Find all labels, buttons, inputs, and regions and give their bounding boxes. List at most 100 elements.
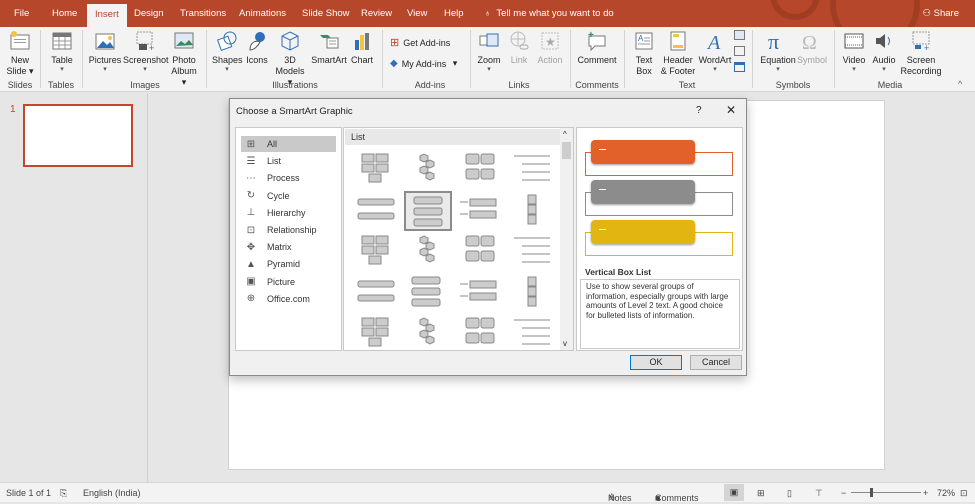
scroll-up-icon[interactable]: ^ bbox=[563, 130, 567, 139]
layout-thumbnail[interactable] bbox=[456, 314, 504, 354]
text-box-button[interactable]: A Text Box bbox=[630, 30, 658, 77]
tab-file[interactable]: File bbox=[14, 8, 29, 19]
layout-thumbnail[interactable] bbox=[352, 150, 400, 190]
tab-view[interactable]: View bbox=[407, 8, 427, 19]
header-footer-button[interactable]: Header & Footer bbox=[659, 30, 697, 77]
link-button[interactable]: Link bbox=[506, 30, 532, 66]
chart-button[interactable]: Chart bbox=[349, 30, 375, 66]
tell-me-label: Tell me what you want to do bbox=[496, 8, 614, 19]
spellcheck-icon[interactable]: ⎘ bbox=[60, 488, 67, 499]
label: Pictures bbox=[88, 55, 122, 65]
share-button[interactable]: ⚇ Share bbox=[922, 8, 959, 19]
layout-thumbnail[interactable] bbox=[404, 314, 452, 354]
new-slide-button[interactable]: New Slide ▾ bbox=[6, 30, 34, 77]
svg-text:+: + bbox=[924, 43, 929, 52]
pictures-button[interactable]: Pictures ▾ bbox=[88, 30, 122, 74]
tab-design[interactable]: Design bbox=[134, 8, 164, 19]
category-relationship[interactable]: ⊡ Relationship bbox=[241, 222, 336, 238]
layout-thumbnail[interactable] bbox=[404, 150, 452, 190]
layout-thumbnail[interactable] bbox=[352, 191, 400, 231]
cancel-button[interactable]: Cancel bbox=[690, 355, 742, 370]
layout-thumbnail[interactable] bbox=[456, 273, 504, 313]
divider bbox=[206, 30, 207, 88]
category-all[interactable]: ⊞ All bbox=[241, 136, 336, 152]
category-list[interactable]: ☰ List bbox=[241, 153, 336, 169]
preview-bar bbox=[591, 140, 695, 164]
layout-thumbnail[interactable] bbox=[404, 232, 452, 272]
equation-button[interactable]: π Equation ▾ bbox=[758, 30, 798, 74]
layout-thumbnail[interactable] bbox=[508, 232, 556, 272]
layout-thumbnail[interactable] bbox=[404, 191, 452, 231]
ok-button[interactable]: OK bbox=[630, 355, 682, 370]
layout-thumbnail[interactable] bbox=[456, 150, 504, 190]
label: Screenshot bbox=[123, 55, 169, 65]
category-cycle[interactable]: ↻ Cycle bbox=[241, 188, 336, 204]
zoom-out-button[interactable]: − bbox=[841, 488, 846, 498]
tab-home[interactable]: Home bbox=[52, 8, 77, 19]
object-icon[interactable] bbox=[734, 62, 745, 72]
category-process[interactable]: ⋯ Process bbox=[241, 170, 336, 186]
category-matrix[interactable]: ✥ Matrix bbox=[241, 239, 336, 255]
zoom-in-button[interactable]: + bbox=[923, 488, 928, 498]
close-button[interactable]: ✕ bbox=[726, 103, 736, 117]
label: Audio bbox=[872, 55, 896, 65]
slide-thumbnail[interactable] bbox=[23, 104, 133, 167]
category-office-com[interactable]: ⊕ Office.com bbox=[241, 291, 336, 307]
tab-insert[interactable]: Insert bbox=[87, 4, 127, 27]
tab-transitions[interactable]: Transitions bbox=[180, 8, 226, 19]
tab-animations[interactable]: Animations bbox=[239, 8, 286, 19]
tell-me-search[interactable]: ♁ Tell me what you want to do bbox=[484, 8, 614, 19]
symbol-button[interactable]: Ω Symbol bbox=[796, 30, 828, 66]
scroll-down-icon[interactable]: v bbox=[563, 339, 567, 348]
layout-thumbnail[interactable] bbox=[508, 150, 556, 190]
table-button[interactable]: Table ▾ bbox=[48, 30, 76, 74]
screen-recording-button[interactable]: + Screen Recording bbox=[899, 30, 943, 77]
smartart-button[interactable]: SmartArt bbox=[310, 30, 348, 66]
layout-gallery: List ^ v bbox=[343, 127, 574, 351]
screenshot-button[interactable]: + Screenshot ▾ bbox=[123, 30, 169, 74]
layout-thumbnail[interactable] bbox=[508, 273, 556, 313]
zoom-button[interactable]: Zoom ▾ bbox=[476, 30, 502, 74]
slide-counter: Slide 1 of 1 bbox=[6, 488, 52, 498]
zoom-slider-thumb[interactable] bbox=[870, 488, 873, 497]
tab-review[interactable]: Review bbox=[361, 8, 392, 19]
scroll-thumb[interactable] bbox=[562, 142, 571, 159]
layout-thumbnail[interactable] bbox=[456, 232, 504, 272]
zoom-level[interactable]: 72% bbox=[937, 488, 955, 498]
layout-thumbnail[interactable] bbox=[352, 273, 400, 313]
wordart-button[interactable]: A WordArt ▾ bbox=[698, 30, 732, 74]
tab-help[interactable]: Help bbox=[444, 8, 464, 19]
slide-number-icon[interactable] bbox=[734, 46, 745, 56]
reading-view-button[interactable]: ▯ bbox=[787, 488, 792, 499]
action-button[interactable]: ★ Action bbox=[535, 30, 565, 66]
photo-album-button[interactable]: Photo Album ▾ bbox=[168, 30, 200, 88]
date-time-icon[interactable] bbox=[734, 30, 745, 40]
slideshow-button[interactable]: ⊤ bbox=[815, 488, 823, 499]
layout-thumbnail[interactable] bbox=[404, 273, 452, 313]
help-button[interactable]: ? bbox=[696, 105, 702, 116]
category-picture[interactable]: ▣ Picture bbox=[241, 274, 336, 290]
my-addins-button[interactable]: ◆ My Add-ins ▾ bbox=[390, 58, 457, 69]
layout-thumbnail[interactable] bbox=[352, 314, 400, 354]
layout-thumbnail[interactable] bbox=[508, 314, 556, 354]
collapse-ribbon-icon[interactable]: ^ bbox=[958, 79, 962, 89]
layout-thumbnail[interactable] bbox=[508, 191, 556, 231]
layout-thumbnail[interactable] bbox=[352, 232, 400, 272]
normal-view-button[interactable]: ▣ bbox=[724, 484, 744, 501]
zoom-slider-track[interactable] bbox=[851, 492, 921, 493]
category-hierarchy[interactable]: ⊥ Hierarchy bbox=[241, 205, 336, 221]
icons-button[interactable]: Icons bbox=[244, 30, 270, 66]
text-box-icon: A bbox=[635, 32, 653, 50]
language[interactable]: English (India) bbox=[83, 488, 141, 498]
fit-slide-icon[interactable]: ⊡ bbox=[960, 488, 968, 499]
category-pyramid[interactable]: ▲ Pyramid bbox=[241, 256, 336, 272]
gallery-scrollbar[interactable]: ^ v bbox=[560, 128, 573, 350]
layout-thumbnail[interactable] bbox=[456, 191, 504, 231]
get-addins-button[interactable]: ⊞ Get Add-ins bbox=[390, 36, 450, 49]
tab-slide-show[interactable]: Slide Show bbox=[302, 8, 350, 19]
shapes-button[interactable]: Shapes ▾ bbox=[212, 30, 243, 74]
video-button[interactable]: Video ▾ bbox=[840, 30, 868, 74]
slide-sorter-button[interactable]: ⊞ bbox=[757, 488, 765, 499]
audio-button[interactable]: Audio ▾ bbox=[870, 30, 898, 74]
comment-button[interactable]: + Comment bbox=[576, 30, 618, 66]
